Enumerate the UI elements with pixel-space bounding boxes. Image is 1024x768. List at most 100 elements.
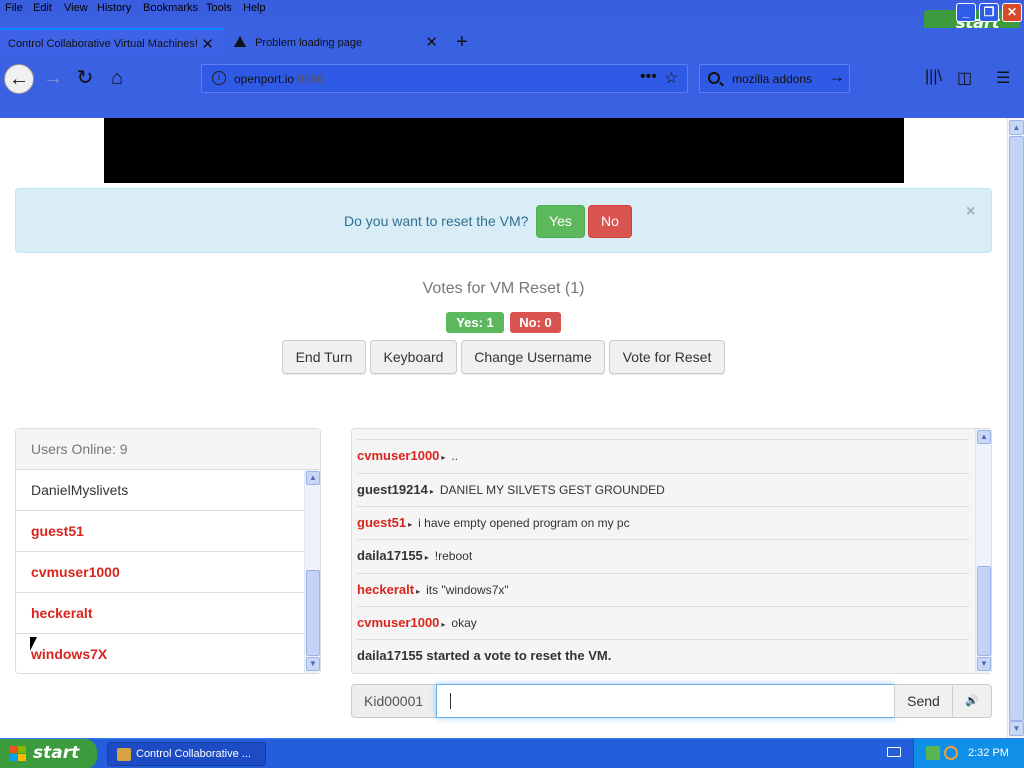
start-button[interactable]: start: [0, 739, 97, 768]
arrow-icon: ▸: [408, 520, 413, 529]
user-item[interactable]: DanielMyslivets: [16, 470, 304, 511]
send-button[interactable]: Send: [894, 684, 953, 718]
menu-bookmarks[interactable]: Bookmarks: [143, 2, 198, 14]
arrow-icon: ▸: [441, 620, 446, 629]
home-icon[interactable]: ⌂: [102, 64, 132, 94]
chat-text: ..: [451, 449, 459, 463]
chat-username: cvmuser1000: [357, 448, 440, 463]
url-bar[interactable]: i openport.io:9566 ••• ☆: [201, 64, 688, 93]
chat-panel: cvmuser1000 ▸.. guest19214 ▸ DANIEL MY SILV…: [351, 428, 992, 674]
users-online-header: Users Online: 9: [16, 429, 320, 470]
arrow-icon: ▸: [441, 453, 446, 462]
scroll-up-icon[interactable]: ▲: [977, 430, 991, 444]
users-list: DanielMyslivets guest51 cvmuser1000 heck…: [16, 470, 304, 674]
close-window-button[interactable]: ✕: [1002, 3, 1022, 22]
chat-scrollbar[interactable]: ▲ ▼: [975, 429, 991, 673]
tab-problem-loading[interactable]: Problem loading page ✕: [226, 28, 448, 56]
system-tray: 2:32 PM: [913, 739, 1024, 768]
keyboard-tray-icon[interactable]: [887, 747, 901, 757]
chat-input[interactable]: [436, 684, 895, 718]
library-icon[interactable]: |||\: [925, 68, 942, 86]
page-content: Do you want to reset the VM? Yes No × Vo…: [0, 118, 1007, 738]
browser-chrome: File Edit View History Bookmarks Tools H…: [0, 0, 1024, 118]
reset-vote-alert: Do you want to reset the VM? Yes No ×: [15, 188, 992, 253]
no-count-badge: No: 0: [510, 312, 561, 333]
page-scroll-thumb[interactable]: [1009, 136, 1024, 721]
chat-scroll-thumb[interactable]: [977, 566, 991, 656]
user-item[interactable]: guest51: [16, 511, 304, 552]
url-port: :9566: [294, 72, 325, 86]
scroll-down-icon[interactable]: ▼: [306, 657, 320, 671]
vote-yes-button[interactable]: Yes: [536, 205, 585, 238]
menu-bar: File Edit View History Bookmarks Tools H…: [0, 0, 1024, 18]
users-online-panel: Users Online: 9 DanielMyslivets guest51 …: [15, 428, 321, 674]
user-item[interactable]: cvmuser1000: [16, 552, 304, 593]
tab-title: Control Collaborative Virtual Machines!: [8, 38, 198, 50]
yes-count-badge: Yes: 1: [446, 312, 504, 333]
page-actions-icon[interactable]: •••: [640, 68, 657, 86]
info-icon[interactable]: i: [212, 71, 226, 85]
reset-question: Do you want to reset the VM?: [344, 213, 529, 229]
alert-close-icon[interactable]: ×: [966, 203, 975, 221]
chat-message: cvmuser1000 ▸..: [357, 439, 969, 472]
maximize-button[interactable]: ❐: [979, 3, 999, 22]
menu-view[interactable]: View: [64, 2, 88, 14]
keyboard-button[interactable]: Keyboard: [370, 340, 457, 374]
chat-messages: cvmuser1000 ▸.. guest19214 ▸ DANIEL MY SILV…: [352, 429, 975, 673]
scroll-down-icon[interactable]: ▼: [1009, 721, 1024, 736]
votes-title: Votes for VM Reset (1): [422, 280, 585, 297]
change-username-button[interactable]: Change Username: [461, 340, 605, 374]
sound-toggle-icon[interactable]: 🔊: [952, 684, 992, 718]
page-scrollbar[interactable]: ▲ ▼: [1007, 118, 1024, 738]
chat-message: daila17155 ▸ !reboot: [357, 539, 969, 572]
sidebar-icon[interactable]: ◫: [957, 68, 972, 88]
scroll-up-icon[interactable]: ▲: [1009, 120, 1024, 135]
scroll-up-icon[interactable]: ▲: [306, 471, 320, 485]
clock: 2:32 PM: [968, 747, 1009, 759]
menu-history[interactable]: History: [97, 2, 131, 14]
chat-message: heckeralt ▸ its "windows7x": [357, 573, 969, 606]
search-bar[interactable]: mozilla addons →: [699, 64, 850, 93]
chat-text: okay: [451, 616, 477, 630]
chat-username: cvmuser1000: [357, 615, 440, 630]
vote-no-button[interactable]: No: [588, 205, 632, 238]
minimize-button[interactable]: _: [956, 3, 976, 22]
scroll-down-icon[interactable]: ▼: [977, 657, 991, 671]
users-scroll-thumb[interactable]: [306, 570, 320, 656]
chat-message: cvmuser1000 ▸ okay: [357, 606, 969, 639]
menu-hamburger-icon[interactable]: ☰: [996, 68, 1010, 88]
search-icon: [708, 72, 720, 84]
forward-button[interactable]: →: [38, 64, 68, 94]
users-scrollbar[interactable]: ▲ ▼: [304, 470, 320, 673]
menu-help[interactable]: Help: [243, 2, 266, 14]
bookmark-star-icon[interactable]: ☆: [664, 68, 678, 88]
url-host: openport.io: [234, 72, 295, 86]
nav-bar: ← → ↻ ⌂ i openport.io:9566 ••• ☆ mozilla…: [0, 58, 1024, 98]
back-button[interactable]: ←: [4, 64, 34, 94]
chat-username-label: Kid00001: [351, 684, 437, 718]
warning-icon: [234, 36, 246, 47]
search-go-icon[interactable]: →: [828, 67, 845, 87]
window-icon: [117, 748, 131, 761]
tab-control-collaborative[interactable]: Control Collaborative Virtual Machines! …: [0, 28, 224, 56]
menu-edit[interactable]: Edit: [33, 2, 52, 14]
start-label: start: [33, 743, 80, 763]
tab-close-icon[interactable]: ✕: [201, 35, 214, 53]
chat-input-row: Kid00001 Send 🔊: [351, 684, 992, 718]
search-tray-icon[interactable]: [944, 746, 958, 760]
chat-username: heckeralt: [357, 582, 415, 597]
tab-close-icon[interactable]: ✕: [425, 33, 438, 51]
taskbar-window-item[interactable]: Control Collaborative ...: [107, 742, 266, 766]
chat-username: guest51: [357, 515, 407, 530]
reload-icon[interactable]: ↻: [70, 64, 100, 94]
network-icon[interactable]: [926, 746, 940, 760]
vm-screen[interactable]: [104, 118, 904, 183]
menu-tools[interactable]: Tools: [206, 2, 232, 14]
user-item[interactable]: heckeralt: [16, 593, 304, 634]
end-turn-button[interactable]: End Turn: [282, 340, 366, 374]
user-item[interactable]: windows7X: [16, 634, 304, 674]
new-tab-icon[interactable]: +: [456, 31, 468, 54]
chat-text: its "windows7x": [426, 583, 509, 597]
vote-for-reset-button[interactable]: Vote for Reset: [609, 340, 725, 374]
menu-file[interactable]: File: [5, 2, 23, 14]
